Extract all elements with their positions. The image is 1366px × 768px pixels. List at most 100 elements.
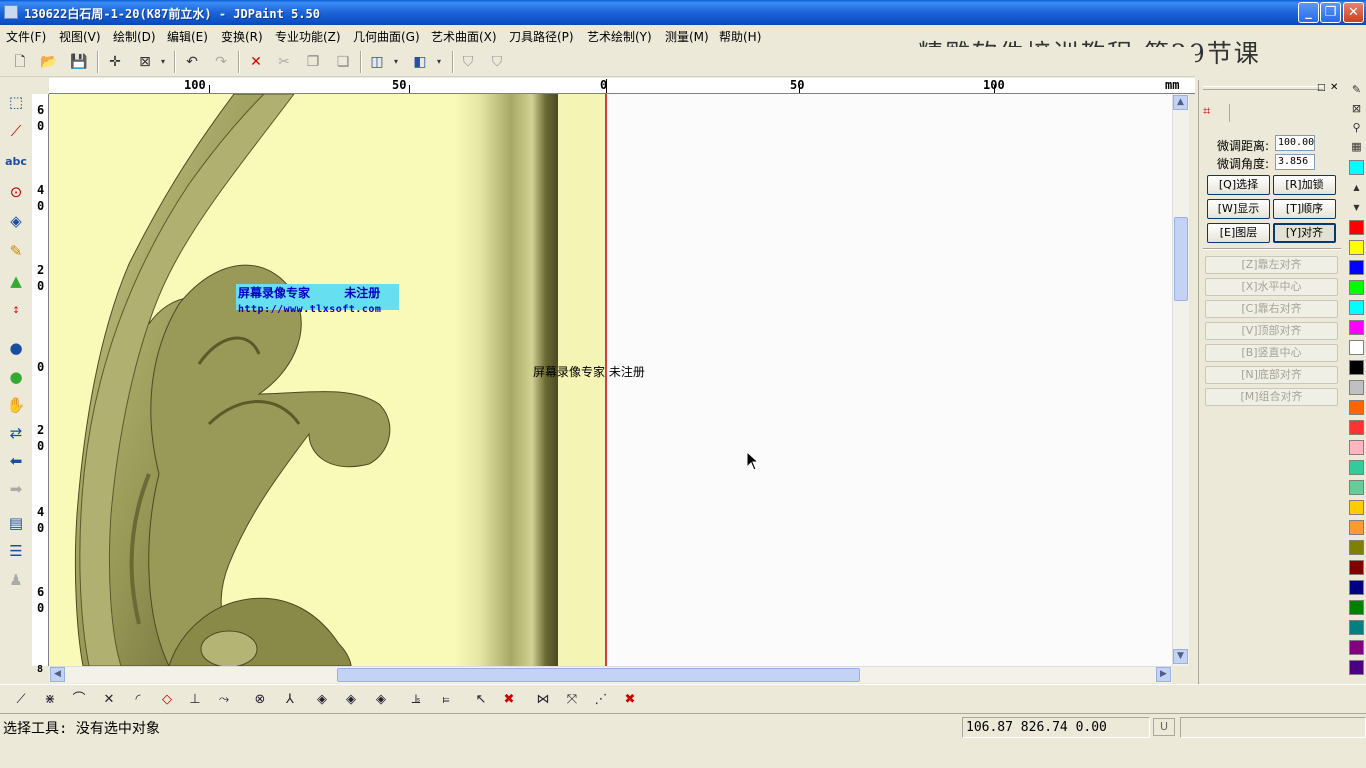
color-swatch[interactable] (1349, 400, 1364, 415)
node-edit-icon[interactable]: ⌗ (1203, 104, 1210, 119)
render-dropdown-icon[interactable]: ▾ (433, 51, 445, 73)
panel-restore-icon[interactable]: □ (1317, 83, 1326, 93)
view-dropdown-icon[interactable]: ▾ (390, 51, 402, 73)
color-swatch[interactable] (1349, 300, 1364, 315)
cut-icon[interactable]: ✂ (273, 51, 295, 73)
color-swatch[interactable] (1349, 640, 1364, 655)
align-left-button[interactable]: [Z]靠左对齐 (1205, 256, 1338, 274)
align-group-button[interactable]: [M]组合对齐 (1205, 388, 1338, 406)
tangent-tool-icon[interactable]: ⤳ (213, 689, 235, 711)
copy-icon[interactable]: ❐ (302, 51, 324, 73)
node-diamond-icon[interactable]: ◈ (311, 689, 333, 711)
color-swatch[interactable] (1349, 220, 1364, 235)
menu-art-surface[interactable]: 艺术曲面(X) (431, 28, 497, 45)
break-node-icon[interactable]: ↖ (470, 689, 492, 711)
cancel-icon[interactable]: ✖ (619, 689, 641, 711)
color-swatch[interactable] (1349, 520, 1364, 535)
menu-edit[interactable]: 编辑(E) (167, 28, 208, 45)
arc-tool-icon[interactable]: ◜ (127, 689, 149, 711)
color-swatch[interactable] (1349, 480, 1364, 495)
align-bottom-button[interactable]: [N]底部对齐 (1205, 366, 1338, 384)
diamond-tool-icon[interactable]: ◈ (4, 209, 28, 233)
layer-button[interactable]: [E]图层 (1207, 223, 1270, 243)
smooth-node-icon[interactable]: ⤧ (561, 689, 583, 711)
angle-input[interactable]: 3.856 (1275, 154, 1315, 170)
color-swatch[interactable] (1349, 500, 1364, 515)
horizontal-scroll-thumb[interactable] (337, 668, 860, 682)
distribute-icon[interactable]: ⫢ (435, 689, 457, 711)
text-tool-icon[interactable]: abc (4, 150, 28, 174)
color-swatch[interactable] (1349, 560, 1364, 575)
scroll-left-icon[interactable]: ◀ (50, 667, 65, 682)
edit-points-icon[interactable]: ⋰ (590, 689, 612, 711)
new-file-icon[interactable]: 🗋 (9, 51, 31, 73)
render-mode-icon[interactable]: ◧ (409, 51, 431, 73)
minimize-button[interactable]: _ (1298, 2, 1319, 23)
align-bottom-icon[interactable]: ⫡ (405, 689, 427, 711)
measure-tool-icon[interactable]: ↕ (4, 299, 28, 323)
color-swatch[interactable] (1349, 600, 1364, 615)
paste-icon[interactable]: ❏ (332, 51, 354, 73)
menu-toolpath[interactable]: 刀具路径(P) (509, 28, 574, 45)
paint-tool-icon[interactable]: ✎ (4, 239, 28, 263)
lock-button[interactable]: [R]加锁 (1273, 175, 1336, 195)
delete-node-icon[interactable]: ✖ (498, 689, 520, 711)
vertical-scroll-thumb[interactable] (1174, 217, 1188, 301)
scroll-right-icon[interactable]: ▶ (1156, 667, 1171, 682)
relief-tool-icon[interactable]: ▲ (4, 269, 28, 293)
palette-up-icon[interactable]: ▲ (1349, 180, 1364, 195)
crosshair-icon[interactable]: ✛ (104, 51, 126, 73)
order-button[interactable]: [T]顺序 (1273, 199, 1336, 219)
pencil-icon[interactable]: ✎ (1349, 82, 1364, 97)
green-bulb-icon[interactable]: ● (4, 365, 28, 389)
menu-draw[interactable]: 绘制(D) (113, 28, 156, 45)
gray-tool-icon[interactable]: ✋ (4, 393, 28, 417)
title-bar[interactable]: 130622白石周-1-20(K87前立水) - JDPaint 5.50 _ … (0, 0, 1366, 25)
color-swatch[interactable] (1349, 160, 1364, 175)
fillet-tool-icon[interactable]: ⌒ (68, 689, 90, 711)
color-swatch[interactable] (1349, 620, 1364, 635)
undo-icon[interactable]: ↶ (181, 51, 203, 73)
color-swatch[interactable] (1349, 420, 1364, 435)
light-bulb-icon[interactable]: ● (4, 336, 28, 360)
circle-tool-icon[interactable]: ⊙ (4, 180, 28, 204)
select-tool-icon[interactable]: ⬚ (4, 90, 28, 114)
menu-geometric-surface[interactable]: 几何曲面(G) (353, 28, 420, 45)
tool-holder-icon[interactable]: ♟ (4, 568, 28, 592)
shield-right-icon[interactable]: ⛉ (486, 51, 508, 73)
align-top-button[interactable]: [V]顶部对齐 (1205, 322, 1338, 340)
zoom-box-icon[interactable]: ⊠ (134, 51, 156, 73)
color-swatch[interactable] (1349, 320, 1364, 335)
layers-icon[interactable]: ▤ (4, 511, 28, 535)
open-folder-icon[interactable]: 📂 (38, 51, 60, 73)
color-swatch[interactable] (1349, 340, 1364, 355)
close-button[interactable]: ✕ (1343, 2, 1364, 23)
scroll-up-icon[interactable]: ▲ (1173, 95, 1188, 110)
align-button[interactable]: [Y]对齐 (1273, 223, 1336, 243)
zoom-dropdown-icon[interactable]: ▾ (157, 51, 169, 73)
trim-tool-icon[interactable]: ⋇ (39, 689, 61, 711)
snap-angle-icon[interactable]: ⅄ (279, 689, 301, 711)
menu-transform[interactable]: 变换(R) (221, 28, 263, 45)
offset-node-icon[interactable]: ⋈ (532, 689, 554, 711)
menu-measure[interactable]: 测量(M) (665, 28, 709, 45)
panel-grip[interactable] (1203, 86, 1323, 90)
intersect-tool-icon[interactable]: ✕ (98, 689, 120, 711)
panel-close-icon[interactable]: ✕ (1330, 82, 1338, 93)
scroll-down-icon[interactable]: ▼ (1173, 649, 1188, 664)
color-swatch[interactable] (1349, 380, 1364, 395)
color-swatch[interactable] (1349, 540, 1364, 555)
menu-help[interactable]: 帮助(H) (719, 28, 761, 45)
node-diamond-2-icon[interactable]: ◈ (340, 689, 362, 711)
maximize-button[interactable]: ❐ (1320, 2, 1341, 23)
color-swatch[interactable] (1349, 260, 1364, 275)
menu-file[interactable]: 文件(F) (6, 28, 46, 45)
snap-point-icon[interactable]: ⊗ (249, 689, 271, 711)
vertical-scrollbar[interactable]: ▲ ▼ (1172, 94, 1189, 666)
align-hcenter-button[interactable]: [X]水平中心 (1205, 278, 1338, 296)
show-button[interactable]: [W]显示 (1207, 199, 1270, 219)
align-right-button[interactable]: [C]靠右对齐 (1205, 300, 1338, 318)
no-color-icon[interactable]: ⊠ (1349, 101, 1364, 116)
delete-icon[interactable]: ✕ (245, 51, 267, 73)
color-swatch[interactable] (1349, 240, 1364, 255)
